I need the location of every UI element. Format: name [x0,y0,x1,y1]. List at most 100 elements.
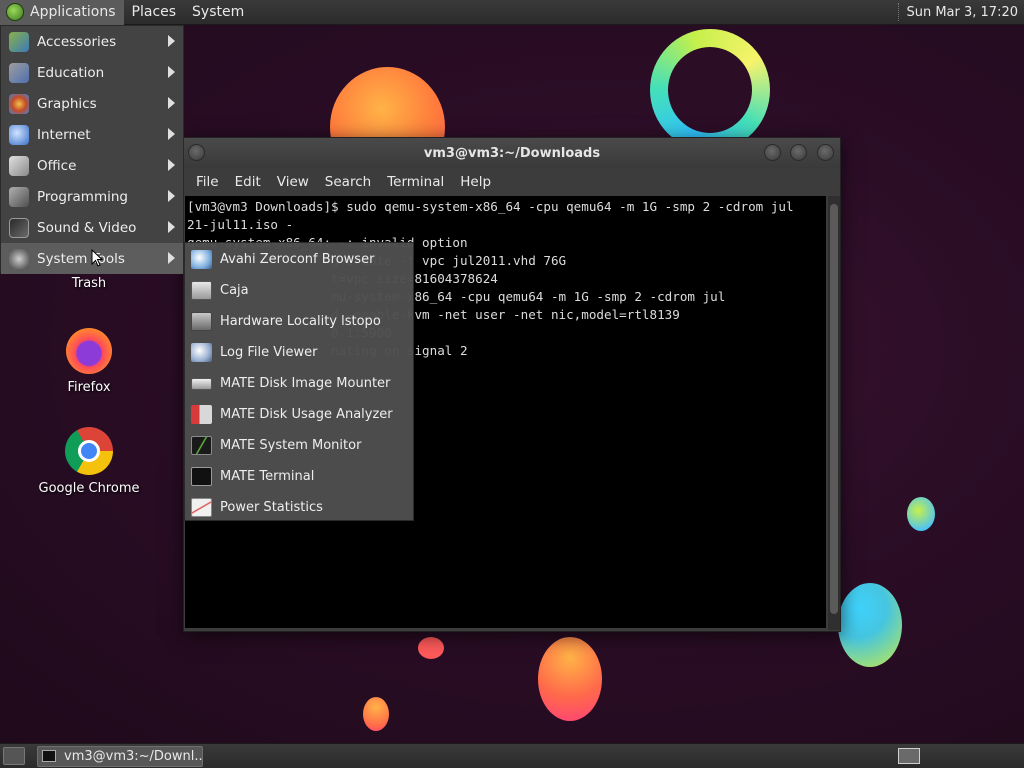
terminal-line: [vm3@vm3 Downloads]$ sudo qemu-system-x8… [187,199,794,214]
submenu-item-lstopo[interactable]: Hardware Locality lstopo [185,306,413,337]
mate-logo-icon [6,3,24,21]
submenu-arrow-icon [168,35,175,47]
terminal-line: 21-jul11.iso - [187,217,294,232]
submenu-label: Caja [220,283,249,298]
submenu-item-terminal[interactable]: MATE Terminal [185,461,413,492]
submenu-label: MATE Terminal [220,469,315,484]
apps-menu-programming[interactable]: Programming [1,181,183,212]
desktop-icon-label: Trash [71,276,107,291]
desktop-icon-label: Firefox [67,380,111,395]
submenu-label: Power Statistics [220,500,323,515]
apps-menu-label: Programming [37,188,128,205]
apps-menu-accessories[interactable]: Accessories [1,26,183,57]
submenu-arrow-icon [168,66,175,78]
submenu-label: MATE System Monitor [220,438,362,453]
menu-terminal[interactable]: Terminal [379,174,452,190]
decor-red-orb [418,637,444,659]
apps-menu-label: System Tools [37,250,125,267]
decor-blue-orb [838,583,902,667]
bottom-panel: vm3@vm3:~/Downl... [0,743,1024,768]
scrollbar-thumb[interactable] [830,204,838,614]
firefox-icon [66,328,112,374]
apps-menu-graphics[interactable]: Graphics [1,88,183,119]
show-desktop-button[interactable] [3,747,25,765]
submenu-item-disk-image-mounter[interactable]: MATE Disk Image Mounter [185,368,413,399]
system-monitor-icon [191,436,212,455]
power-statistics-icon [191,498,212,517]
sound-video-icon [9,217,29,238]
terminal-scrollbar[interactable] [828,196,840,630]
programming-icon [9,186,29,207]
submenu-item-disk-usage-analyzer[interactable]: MATE Disk Usage Analyzer [185,399,413,430]
submenu-item-system-monitor[interactable]: MATE System Monitor [185,430,413,461]
terminal-icon [42,750,56,762]
maximize-button[interactable] [790,144,807,161]
panel-menu-label: Applications [30,4,116,20]
submenu-item-log-viewer[interactable]: Log File Viewer [185,337,413,368]
apps-menu-label: Internet [37,126,91,143]
log-viewer-icon [191,343,212,362]
workspace-switcher[interactable] [898,748,920,764]
taskbar-item-terminal[interactable]: vm3@vm3:~/Downl... [37,745,203,767]
submenu-label: Avahi Zeroconf Browser [220,252,375,267]
submenu-label: MATE Disk Image Mounter [220,376,391,391]
lstopo-icon [191,312,212,331]
window-titlebar[interactable]: vm3@vm3:~/Downloads [184,138,840,168]
submenu-item-avahi[interactable]: Avahi Zeroconf Browser [185,244,413,275]
menu-edit[interactable]: Edit [227,174,269,190]
panel-separator [898,3,900,21]
disk-image-mounter-icon [191,377,212,390]
menu-search[interactable]: Search [317,174,379,190]
submenu-arrow-icon [168,128,175,140]
graphics-icon [9,93,29,114]
close-button[interactable] [817,144,834,161]
submenu-arrow-icon [168,252,175,264]
desktop-icon-label: Google Chrome [38,481,140,496]
menu-file[interactable]: File [188,174,227,190]
panel-menu-label: Places [131,4,177,20]
apps-menu-office[interactable]: Office [1,150,183,181]
panel-menu-label: System [192,4,245,20]
system-tools-submenu: Avahi Zeroconf Browser Caja Hardware Loc… [184,242,414,521]
submenu-arrow-icon [168,97,175,109]
apps-menu-internet[interactable]: Internet [1,119,183,150]
internet-icon [9,124,29,145]
window-menu-button[interactable] [188,144,205,161]
places-menu-button[interactable]: Places [124,0,185,25]
submenu-item-power-statistics[interactable]: Power Statistics [185,492,413,523]
decor-green-orb [907,497,935,531]
apps-menu-label: Education [37,64,105,81]
minimize-button[interactable] [764,144,781,161]
desktop-icon-trash[interactable]: Trash [29,276,149,291]
menu-view[interactable]: View [269,174,317,190]
apps-menu-education[interactable]: Education [1,57,183,88]
desktop-icon-chrome[interactable]: Google Chrome [29,427,149,496]
chrome-icon [65,427,113,475]
submenu-arrow-icon [168,221,175,233]
accessories-icon [9,31,29,52]
clock[interactable]: Sun Mar 3, 17:20 [906,5,1024,20]
caja-file-manager-icon [191,281,212,300]
apps-menu-sound-video[interactable]: Sound & Video [1,212,183,243]
apps-menu-label: Graphics [37,95,97,112]
submenu-arrow-icon [168,190,175,202]
submenu-label: Log File Viewer [220,345,318,360]
decor-ring [650,29,770,151]
submenu-label: MATE Disk Usage Analyzer [220,407,393,422]
menu-help[interactable]: Help [452,174,499,190]
top-panel: Applications Places System Sun Mar 3, 17… [0,0,1024,25]
decor-orange-orb-bottom [538,637,602,721]
desktop-icon-firefox[interactable]: Firefox [29,328,149,395]
avahi-browser-icon [191,250,212,269]
disk-usage-analyzer-icon [191,405,212,424]
decor-small-orb [363,697,389,731]
apps-menu-label: Office [37,157,77,174]
submenu-item-caja[interactable]: Caja [185,275,413,306]
mouse-cursor-icon [91,249,104,267]
submenu-label: Hardware Locality lstopo [220,314,381,329]
system-menu-button[interactable]: System [184,0,252,25]
apps-menu-label: Sound & Video [37,219,137,236]
applications-menu-button[interactable]: Applications [0,0,124,25]
office-icon [9,155,29,176]
apps-menu-label: Accessories [37,33,117,50]
